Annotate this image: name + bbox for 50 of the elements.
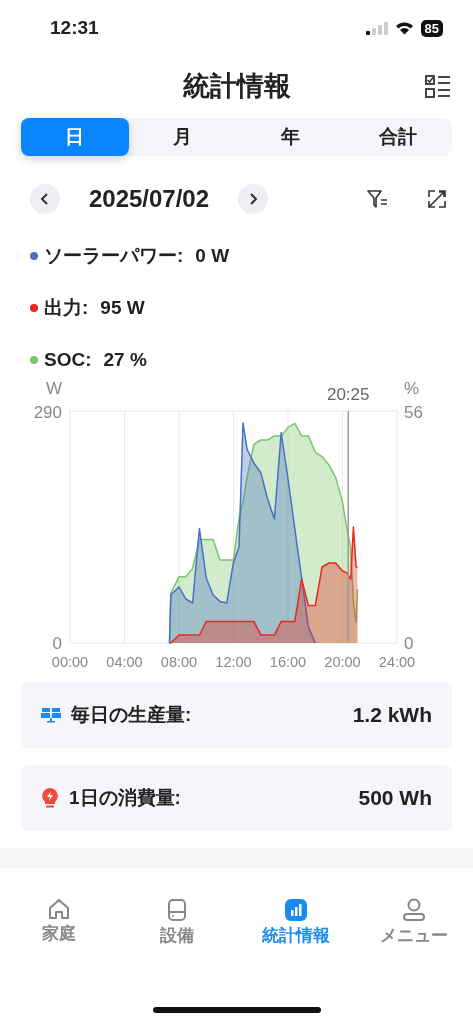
checklist-icon[interactable] [425, 74, 451, 100]
axis-label: 24:00 [378, 654, 416, 670]
chevron-left-icon [40, 192, 50, 206]
axis-label: 0 [404, 634, 414, 653]
legend-value: 95 W [100, 297, 145, 319]
axis-label: 0 [52, 634, 62, 653]
axis-label: 00:00 [51, 654, 89, 670]
axis-label: 12:00 [215, 654, 252, 670]
axis-label: 290 [33, 403, 62, 422]
axis-label: 56 [404, 403, 423, 422]
bulb-icon [41, 787, 59, 809]
period-tab[interactable]: 合計 [344, 118, 452, 156]
chart-icon [283, 898, 308, 922]
status-time: 12:31 [50, 17, 99, 39]
nav-tab[interactable]: 統計情報 [236, 898, 355, 947]
battery-level: 85 [420, 19, 443, 37]
legend-label: ソーラーパワー: [44, 244, 184, 268]
axis-label: 08:00 [160, 654, 198, 670]
axis-unit: W [45, 379, 62, 398]
summary-value: 500 Wh [358, 786, 432, 810]
summary-label: 1日の消費量: [69, 786, 181, 810]
period-tab[interactable]: 日 [21, 118, 129, 156]
nav-tab[interactable]: メニュー [354, 898, 473, 947]
legend-value: 27 % [103, 349, 147, 371]
period-tab[interactable]: 年 [236, 118, 345, 156]
chevron-right-icon [248, 192, 258, 206]
legend-label: SOC: [44, 349, 92, 371]
user-icon [400, 898, 427, 922]
nav-tab[interactable]: 家庭 [0, 898, 119, 947]
previous-button[interactable] [30, 184, 60, 214]
page-title: 統計情報 [182, 70, 291, 103]
axis-label: 20:00 [324, 654, 361, 670]
expand-icon[interactable] [427, 189, 447, 209]
summary-label: 毎日の生産量: [71, 703, 192, 727]
period-tab[interactable]: 月 [128, 118, 237, 156]
date-label: 2025/07/02 [87, 185, 211, 213]
signal-icon [365, 21, 388, 35]
axis-label: 04:00 [106, 654, 143, 670]
solar-panel-icon [41, 707, 61, 723]
nav-tab[interactable]: 設備 [118, 898, 237, 947]
axis-unit: % [404, 379, 420, 398]
cursor-time: 20:25 [326, 385, 370, 404]
next-button[interactable] [238, 184, 268, 214]
axis-label: 16:00 [269, 654, 307, 670]
summary-value: 1.2 kWh [352, 703, 432, 727]
legend-label: 出力: [44, 296, 89, 320]
filter-icon[interactable] [367, 189, 389, 209]
legend-value: 0 W [195, 245, 230, 267]
wifi-icon [394, 21, 414, 35]
house-icon [47, 898, 72, 920]
